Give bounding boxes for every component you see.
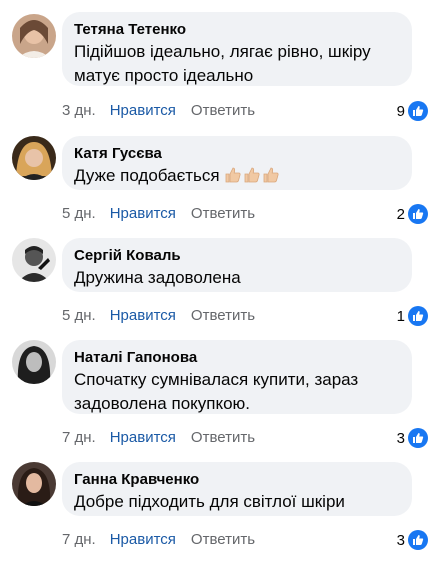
thumbs-up-emoji <box>224 166 281 184</box>
comment-actions: 3 дн. Нравится Ответить <box>62 101 270 121</box>
comment-text: Добре підходить для світлої шкіри <box>74 492 345 511</box>
reply-link[interactable]: Ответить <box>191 102 255 119</box>
reaction-count[interactable]: 9 <box>397 101 428 121</box>
comment-time[interactable]: 7 дн. <box>62 429 96 446</box>
comment-author[interactable]: Катя Гусєва <box>74 144 400 164</box>
comment-bubble: Ганна Кравченко Добре підходить для світ… <box>62 462 412 516</box>
comment-bubble: Наталі Гапонова Спочатку сумнівалася куп… <box>62 340 412 414</box>
reply-link[interactable]: Ответить <box>191 531 255 548</box>
like-thumb-icon <box>408 428 428 448</box>
reaction-count[interactable]: 3 <box>397 530 428 550</box>
comment-time[interactable]: 5 дн. <box>62 205 96 222</box>
comment-bubble: Сергій Коваль Дружина задоволена <box>62 238 412 292</box>
reply-link[interactable]: Ответить <box>191 307 255 324</box>
like-link[interactable]: Нравится <box>110 429 176 446</box>
comment-bubble: Катя Гусєва Дуже подобається <box>62 136 412 190</box>
avatar[interactable] <box>12 462 56 506</box>
reaction-count-number: 1 <box>396 307 405 325</box>
comment-text: Підійшов ідеально, лягає рівно, шкіру ма… <box>74 42 371 85</box>
avatar[interactable] <box>12 238 56 282</box>
comment-text: Дружина задоволена <box>74 268 241 287</box>
reaction-count-number: 2 <box>396 205 405 223</box>
comment-actions: 5 дн. Нравится Ответить <box>62 204 270 224</box>
like-link[interactable]: Нравится <box>110 531 176 548</box>
comment-time[interactable]: 5 дн. <box>62 307 96 324</box>
comment-time[interactable]: 7 дн. <box>62 531 96 548</box>
reaction-count-number: 9 <box>396 102 405 120</box>
like-thumb-icon <box>408 204 428 224</box>
reaction-count[interactable]: 1 <box>397 306 428 326</box>
comment-actions: 7 дн. Нравится Ответить <box>62 428 270 448</box>
comment-text: Дуже подобається <box>74 164 400 188</box>
comment-author[interactable]: Ганна Кравченко <box>74 470 400 490</box>
comment-text-content: Дуже подобається <box>74 166 220 185</box>
avatar[interactable] <box>12 14 56 58</box>
reply-link[interactable]: Ответить <box>191 429 255 446</box>
comment-time[interactable]: 3 дн. <box>62 102 96 119</box>
reply-link[interactable]: Ответить <box>191 205 255 222</box>
comment-author[interactable]: Тетяна Тетенко <box>74 20 400 40</box>
reaction-count[interactable]: 3 <box>397 428 428 448</box>
reaction-count-number: 3 <box>396 531 405 549</box>
reaction-count-number: 3 <box>396 429 405 447</box>
comment-text: Спочатку сумнівалася купити, зараз задов… <box>74 370 359 413</box>
comment-author[interactable]: Наталі Гапонова <box>74 348 400 368</box>
like-thumb-icon <box>408 306 428 326</box>
like-link[interactable]: Нравится <box>110 205 176 222</box>
avatar[interactable] <box>12 136 56 180</box>
comment-actions: 5 дн. Нравится Ответить <box>62 306 270 326</box>
like-link[interactable]: Нравится <box>110 102 176 119</box>
like-thumb-icon <box>408 101 428 121</box>
like-link[interactable]: Нравится <box>110 307 176 324</box>
reaction-count[interactable]: 2 <box>397 204 428 224</box>
like-thumb-icon <box>408 530 428 550</box>
avatar[interactable] <box>12 340 56 384</box>
comment-actions: 7 дн. Нравится Ответить <box>62 530 270 550</box>
comment-author[interactable]: Сергій Коваль <box>74 246 400 266</box>
comment-bubble: Тетяна Тетенко Підійшов ідеально, лягає … <box>62 12 412 86</box>
